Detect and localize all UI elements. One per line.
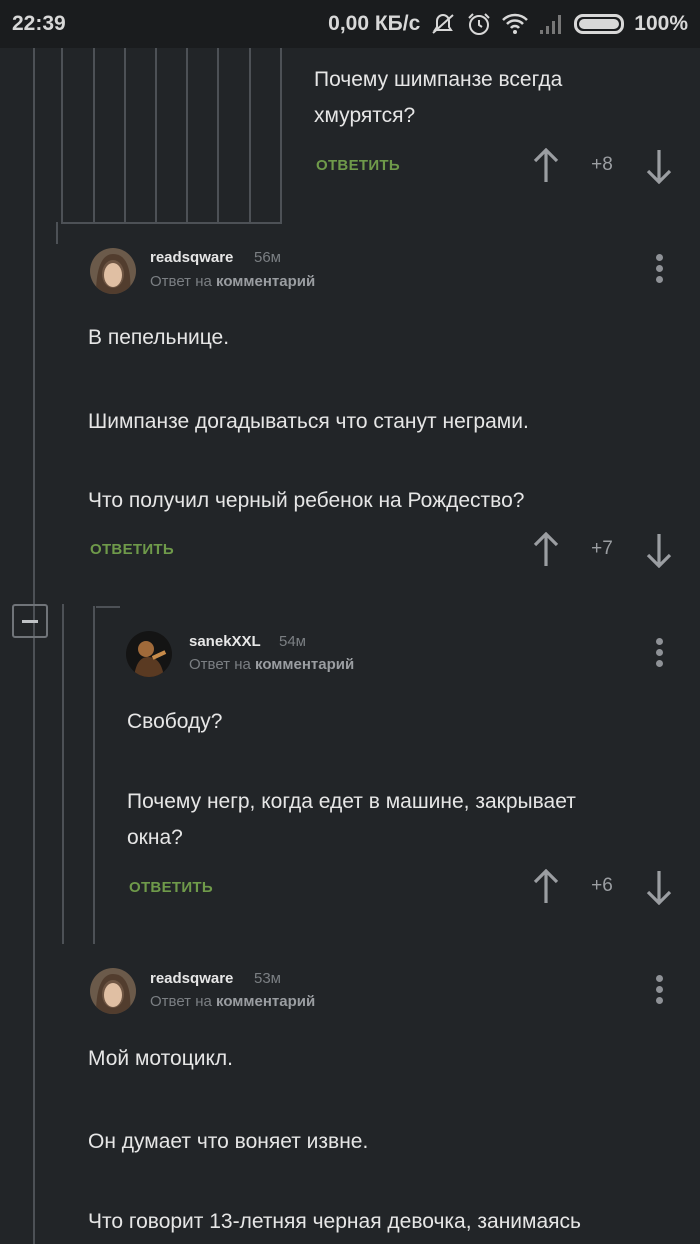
comment-text: Он думает что воняет извне.	[88, 1124, 368, 1160]
user-photo-icon	[90, 968, 136, 1014]
reply-target-link[interactable]: комментарий	[255, 656, 354, 673]
thread-line	[62, 604, 64, 944]
upvote-arrow-icon[interactable]	[531, 532, 561, 568]
reply-prefix: Ответ на	[189, 656, 251, 673]
reply-button[interactable]: ОТВЕТИТЬ	[316, 157, 400, 174]
comment-time: 53м	[254, 970, 281, 987]
mute-icon	[432, 13, 454, 34]
avatar[interactable]	[90, 968, 136, 1014]
wifi-icon	[502, 13, 529, 34]
thread-line	[96, 606, 120, 608]
comment-paragraph: окна?	[127, 826, 183, 849]
comment-line: Почему шимпанзе всегда	[314, 68, 563, 91]
alarm-icon	[468, 13, 490, 35]
reply-prefix: Ответ на	[150, 273, 212, 290]
comment-score: +7	[591, 538, 613, 559]
more-menu-icon[interactable]	[649, 975, 669, 1009]
comment-time: 56м	[254, 249, 281, 266]
comment-text: Что говорит 13-летняя черная девочка, за…	[88, 1204, 581, 1240]
avatar[interactable]	[90, 248, 136, 294]
downvote-arrow-icon[interactable]	[644, 532, 674, 568]
thread-line	[33, 48, 35, 1244]
reply-context: Ответ на комментарий	[189, 656, 354, 673]
reply-prefix: Ответ на	[150, 993, 212, 1010]
comment-text: В пепельнице.	[88, 320, 229, 356]
thread-line	[186, 48, 188, 224]
thread-line	[217, 48, 219, 224]
username[interactable]: readsqware	[150, 249, 233, 266]
battery-icon	[574, 14, 625, 34]
reply-context: Ответ на комментарий	[150, 273, 315, 290]
user-photo-icon	[90, 248, 136, 294]
more-menu-icon[interactable]	[649, 638, 669, 672]
network-speed: 0,00 КБ/с	[328, 12, 421, 35]
downvote-arrow-icon[interactable]	[644, 869, 674, 905]
comment-text: Свободу?	[127, 704, 222, 740]
thread-line	[61, 48, 63, 224]
avatar[interactable]	[126, 631, 172, 677]
username[interactable]: readsqware	[150, 970, 233, 987]
thread-line	[93, 48, 95, 224]
comment-paragraph: Шимпанзе догадываться что станут неграми…	[88, 410, 529, 433]
reply-target-link[interactable]: комментарий	[216, 273, 315, 290]
reply-button[interactable]: ОТВЕТИТЬ	[90, 541, 174, 558]
username[interactable]: sanekXXL	[189, 633, 261, 650]
comment-text: Почему шимпанзе всегда хмурятся?	[314, 62, 562, 134]
thread-line	[155, 48, 157, 224]
more-menu-icon[interactable]	[649, 254, 669, 288]
comment-text: Шимпанзе догадываться что станут неграми…	[88, 404, 529, 440]
collapse-thread-button[interactable]	[12, 604, 48, 638]
comment-time: 54м	[279, 633, 306, 650]
upvote-arrow-icon[interactable]	[531, 869, 561, 905]
thread-line	[280, 48, 282, 224]
clock: 22:39	[12, 12, 66, 35]
battery-level: 100%	[634, 12, 688, 35]
comment-text: Мой мотоцикл.	[88, 1041, 233, 1077]
comment-paragraph: Мой мотоцикл.	[88, 1047, 233, 1070]
user-photo-icon	[126, 631, 172, 677]
reply-context: Ответ на комментарий	[150, 993, 315, 1010]
status-icons: 0,00 КБ/с 100%	[328, 12, 688, 36]
signal-icon	[540, 15, 562, 34]
comment-score: +8	[591, 154, 613, 175]
status-bar: 22:39 0,00 КБ/с 100%	[0, 0, 700, 48]
comment-paragraph: Свободу?	[127, 710, 223, 733]
thread-line	[93, 606, 95, 944]
comment-paragraph: Что получил черный ребенок на Рождество?	[88, 489, 525, 512]
thread-line	[249, 48, 251, 224]
comment-text: Почему негр, когда едет в машине, закрыв…	[127, 784, 576, 856]
comment-line: хмурятся?	[314, 104, 416, 127]
thread-line	[61, 222, 282, 224]
comment-score: +6	[591, 875, 613, 896]
comment-paragraph: Что говорит 13-летняя черная девочка, за…	[88, 1210, 581, 1233]
comment-paragraph: Почему негр, когда едет в машине, закрыв…	[127, 790, 576, 813]
comment-paragraph: В пепельнице.	[88, 326, 230, 349]
upvote-arrow-icon[interactable]	[531, 148, 561, 184]
comment-paragraph: Он думает что воняет извне.	[88, 1130, 369, 1153]
downvote-arrow-icon[interactable]	[644, 148, 674, 184]
reply-button[interactable]: ОТВЕТИТЬ	[129, 879, 213, 896]
thread-line	[124, 48, 126, 224]
comment-text: Что получил черный ребенок на Рождество?	[88, 483, 524, 519]
thread-line	[56, 222, 58, 244]
reply-target-link[interactable]: комментарий	[216, 993, 315, 1010]
